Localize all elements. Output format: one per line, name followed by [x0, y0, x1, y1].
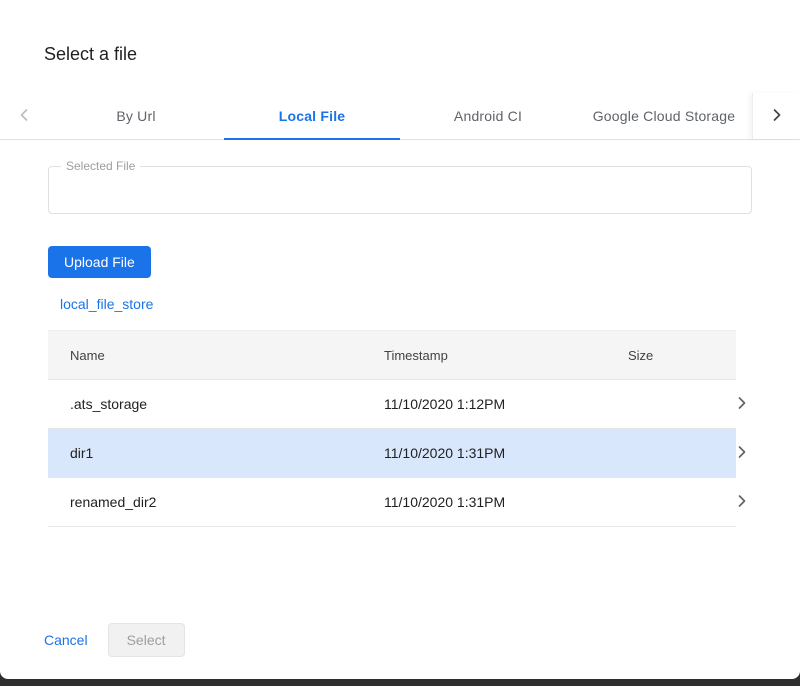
column-header-size: Size [628, 348, 718, 363]
file-name: renamed_dir2 [70, 494, 384, 510]
selected-file-field-label: Selected File [61, 159, 140, 173]
chevron-right-icon [767, 105, 787, 128]
table-row[interactable]: .ats_storage 11/10/2020 1:12PM [48, 380, 736, 429]
tab-label: Local File [279, 108, 346, 124]
tab-label: Android CI [454, 108, 522, 124]
open-folder-button[interactable] [732, 442, 752, 465]
tab-android-ci[interactable]: Android CI [400, 93, 576, 139]
tab-by-url[interactable]: By Url [48, 93, 224, 139]
selected-file-field: Selected File [48, 166, 752, 214]
table-row[interactable]: dir1 11/10/2020 1:31PM [48, 429, 736, 478]
tab-label: Google Cloud Storage [593, 108, 736, 124]
chevron-right-icon [732, 491, 752, 514]
file-timestamp: 11/10/2020 1:31PM [384, 445, 628, 461]
chevron-left-icon [14, 105, 34, 128]
file-name: .ats_storage [70, 396, 384, 412]
file-timestamp: 11/10/2020 1:31PM [384, 494, 628, 510]
tabs-scroll-left-button[interactable] [0, 93, 48, 139]
open-folder-button[interactable] [732, 491, 752, 514]
tabs-scroll-right-button[interactable] [752, 93, 800, 139]
tabs: By Url Local File Android CI Google Clou… [48, 93, 752, 139]
dialog-footer: Cancel Select [0, 623, 800, 679]
select-button[interactable]: Select [108, 623, 185, 657]
chevron-right-icon [732, 393, 752, 416]
column-header-name: Name [70, 348, 384, 363]
open-folder-button[interactable] [732, 393, 752, 416]
tab-label: By Url [116, 108, 155, 124]
file-table: Name Timestamp Size .ats_storage 11/10/2… [48, 330, 736, 527]
column-header-timestamp: Timestamp [384, 348, 628, 363]
select-file-dialog: Select a file By Url Local File Android … [0, 0, 800, 679]
file-name: dir1 [70, 445, 384, 461]
upload-file-button[interactable]: Upload File [48, 246, 151, 278]
dialog-title: Select a file [44, 44, 756, 65]
breadcrumb-local-file-store[interactable]: local_file_store [60, 296, 153, 312]
chevron-right-icon [732, 442, 752, 465]
tab-bar: By Url Local File Android CI Google Clou… [0, 93, 800, 140]
table-header-row: Name Timestamp Size [48, 330, 736, 380]
tab-panel-local-file: Selected File Upload File local_file_sto… [0, 140, 800, 623]
table-row[interactable]: renamed_dir2 11/10/2020 1:31PM [48, 478, 736, 527]
tab-local-file[interactable]: Local File [224, 93, 400, 139]
selected-file-input[interactable] [49, 167, 751, 213]
tab-google-cloud-storage[interactable]: Google Cloud Storage [576, 93, 752, 139]
cancel-button[interactable]: Cancel [44, 626, 88, 654]
file-timestamp: 11/10/2020 1:12PM [384, 396, 628, 412]
